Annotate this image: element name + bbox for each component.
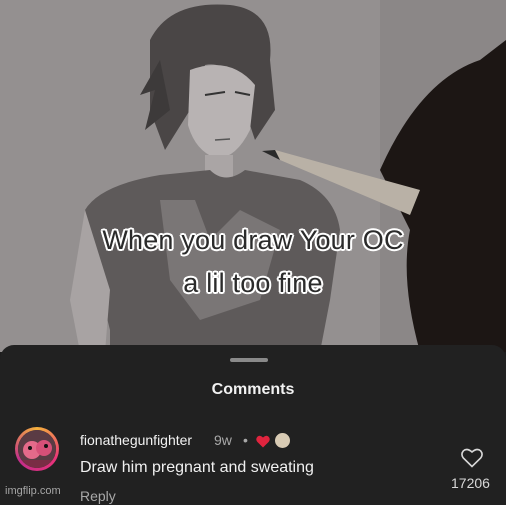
separator-dot: • — [243, 432, 248, 448]
creator-avatar-mini — [275, 433, 290, 448]
avatar[interactable] — [15, 427, 59, 471]
video-caption-line-1: When you draw Your OC — [102, 225, 404, 255]
comment-text: Draw him pregnant and sweating — [80, 459, 314, 476]
like-count: 17206 — [451, 475, 490, 491]
avatar-image — [18, 430, 56, 468]
like-heart-icon[interactable] — [461, 448, 483, 468]
watermark: imgflip.com — [5, 485, 61, 497]
comments-sheet: Comments fionathegunfighter 9w • Draw hi… — [0, 345, 506, 505]
creator-liked-heart-icon — [256, 435, 270, 448]
video-artwork — [0, 0, 506, 352]
drag-handle[interactable] — [230, 358, 268, 362]
reply-button[interactable]: Reply — [80, 488, 116, 504]
video-frame[interactable]: When you draw Your OC a lil too fine — [0, 0, 506, 352]
avatar-art-icon — [18, 430, 56, 468]
comments-title: Comments — [211, 381, 295, 398]
comment-time: 9w — [214, 432, 232, 448]
video-caption-line-2: a lil too fine — [183, 268, 323, 298]
comment-username[interactable]: fionathegunfighter — [80, 432, 192, 448]
